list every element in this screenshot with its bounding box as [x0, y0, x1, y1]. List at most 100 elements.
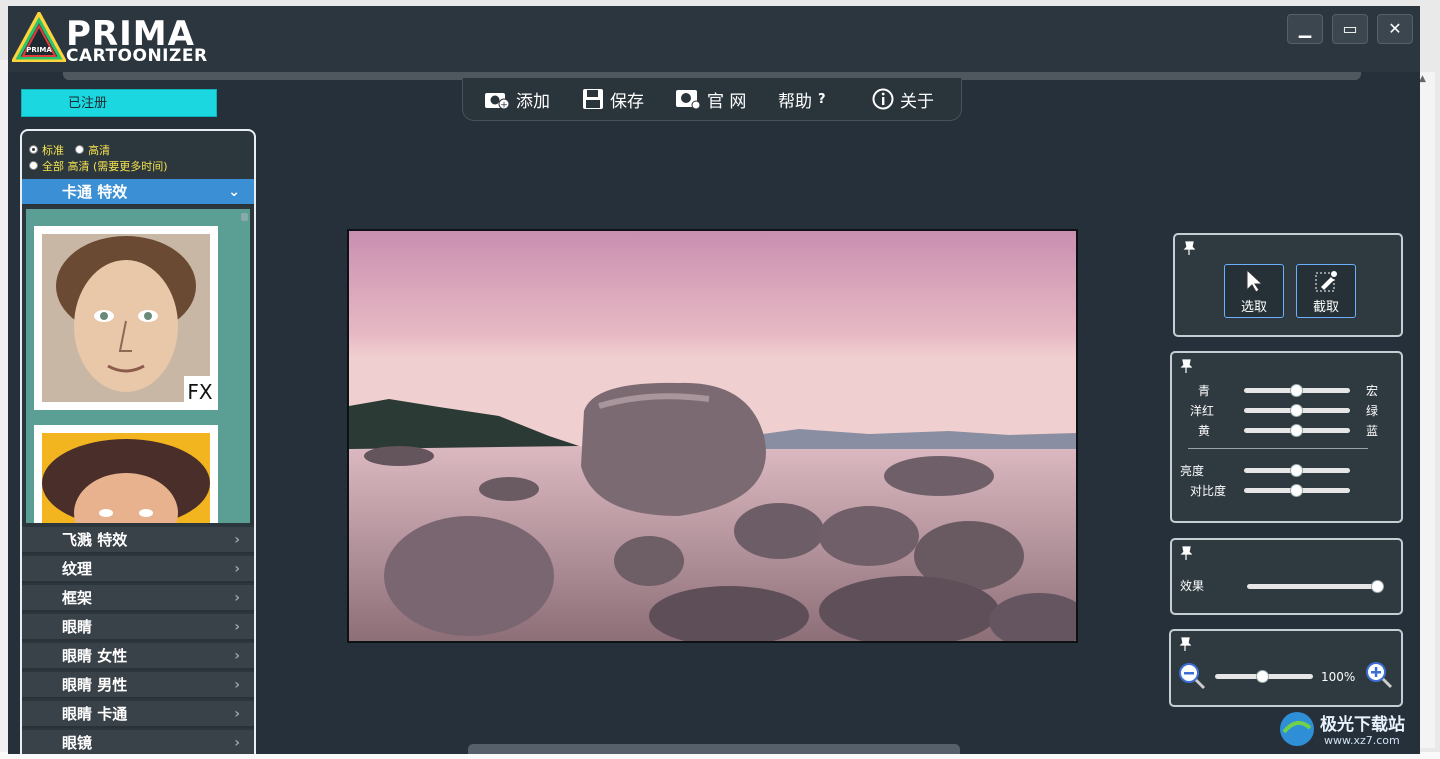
background-strip-left: [0, 60, 8, 752]
chevron-right-icon: ›: [234, 590, 240, 606]
cyan-red-knob[interactable]: [1290, 384, 1303, 397]
add-label: 添加: [516, 91, 550, 112]
contrast-knob[interactable]: [1290, 484, 1303, 497]
blue-label: 蓝: [1366, 424, 1379, 438]
divider: [1188, 448, 1368, 449]
help-button[interactable]: 帮助 ?: [778, 86, 826, 112]
zoom-panel: 100%: [1169, 629, 1403, 707]
category-eyes[interactable]: 眼睛 ›: [22, 614, 254, 641]
all-hd-label: 全部 高清 (需要更多时间): [42, 160, 168, 173]
category-label: 纹理: [62, 560, 93, 578]
category-label: 眼睛 男性: [62, 676, 128, 694]
chevron-right-icon: ›: [234, 532, 240, 548]
registered-button[interactable]: 已注册: [21, 89, 217, 117]
minimize-button[interactable]: ▁: [1287, 14, 1323, 44]
cyan-label: 青: [1198, 384, 1211, 398]
category-active-label: 卡通 特效: [62, 183, 128, 201]
magenta-label: 洋红: [1190, 404, 1215, 418]
logo-badge-text: PRIMA: [26, 46, 52, 54]
pin-icon[interactable]: [1179, 637, 1191, 651]
category-splash-effects[interactable]: 飞溅 特效 ›: [22, 527, 254, 554]
tools-panel: 选取 截取: [1173, 233, 1403, 337]
effect-thumb-1[interactable]: FX: [34, 226, 218, 410]
zoom-in-icon[interactable]: [1365, 661, 1393, 689]
watermark: 极光下载站 www.xz7.com: [1278, 706, 1418, 752]
floppy-disk-icon: [583, 89, 603, 109]
effect-strength-panel: 效果: [1170, 538, 1403, 615]
select-tool-label: 选取: [1240, 300, 1267, 315]
yellow-blue-knob[interactable]: [1290, 424, 1303, 437]
maximize-button[interactable]: ▭: [1332, 14, 1368, 44]
about-button[interactable]: 关于: [872, 86, 934, 112]
watermark-url: www.xz7.com: [1324, 734, 1400, 747]
yellow-label: 黄: [1198, 424, 1211, 438]
bottom-handle[interactable]: [468, 744, 960, 754]
category-eyes-male[interactable]: 眼睛 男性 ›: [22, 672, 254, 699]
cursor-arrow-icon: [1246, 268, 1264, 293]
effect-knob[interactable]: [1371, 580, 1384, 593]
green-label: 绿: [1366, 404, 1379, 418]
category-eyes-female[interactable]: 眼睛 女性 ›: [22, 643, 254, 670]
chevron-right-icon: ›: [234, 648, 240, 664]
chevron-right-icon: ›: [234, 619, 240, 635]
category-frame[interactable]: 框架 ›: [22, 585, 254, 612]
chevron-right-icon: ›: [234, 706, 240, 722]
select-tool-button[interactable]: 选取: [1224, 264, 1284, 318]
chevron-down-icon: ⌄: [228, 184, 240, 200]
zoom-out-icon[interactable]: [1178, 662, 1206, 690]
fx-badge: FX: [187, 380, 213, 404]
help-label: 帮助: [778, 91, 812, 112]
logo-subtitle: CARTOONIZER: [66, 46, 208, 66]
close-button[interactable]: ✕: [1377, 14, 1413, 44]
save-label: 保存: [610, 91, 644, 112]
category-eyes-cartoon[interactable]: 眼睛 卡通 ›: [22, 701, 254, 728]
radio-hd[interactable]: [75, 145, 85, 154]
website-label: 官 网: [707, 91, 747, 112]
watermark-text: 极光下载站: [1320, 715, 1405, 735]
crop-tool-button[interactable]: 截取: [1296, 264, 1356, 318]
category-glasses[interactable]: 眼镜 ›: [22, 730, 254, 754]
info-icon: [872, 88, 894, 110]
add-button[interactable]: + 添加: [484, 86, 550, 112]
pin-icon[interactable]: [1180, 546, 1192, 560]
color-adjust-panel: 青 宏 洋红 绿 黄 蓝 亮度 对比度: [1170, 351, 1403, 523]
category-texture[interactable]: 纹理 ›: [22, 556, 254, 583]
help-question-icon: ?: [818, 91, 826, 107]
crop-tool-label: 截取: [1312, 300, 1339, 315]
radio-standard[interactable]: [29, 145, 38, 154]
category-cartoon-effects[interactable]: 卡通 特效 ⌄: [22, 179, 254, 206]
image-canvas[interactable]: [347, 229, 1078, 643]
cartoon-face-thumbnail: FX: [42, 234, 218, 410]
brightness-knob[interactable]: [1290, 464, 1303, 477]
save-button[interactable]: 保存: [582, 86, 644, 112]
svg-text:+: +: [500, 101, 508, 111]
pin-icon[interactable]: [1183, 241, 1195, 255]
category-label: 眼睛 卡通: [62, 705, 128, 723]
pin-icon[interactable]: [1180, 359, 1192, 373]
camera-add-icon: +: [485, 93, 510, 111]
category-label: 飞溅 特效: [62, 531, 128, 549]
watermark-logo-icon: [1280, 712, 1314, 746]
title-bar: PRIMA PRIMA CARTOONIZER ▁ ▭ ✕: [8, 6, 1420, 72]
about-label: 关于: [900, 91, 934, 112]
magenta-green-knob[interactable]: [1290, 404, 1303, 417]
effect-slider[interactable]: [1247, 584, 1379, 589]
cartoon-hat-thumbnail: [42, 433, 210, 523]
effect-thumbnails[interactable]: FX: [26, 209, 250, 523]
category-label: 眼睛: [62, 618, 93, 636]
website-button[interactable]: 官 网: [675, 86, 746, 112]
app-window: PRIMA PRIMA CARTOONIZER ▁ ▭ ✕ + 添加 保存 官 …: [8, 6, 1420, 754]
zoom-value: 100%: [1321, 670, 1356, 684]
category-label: 眼睛 女性: [62, 647, 128, 665]
prima-logo-icon: PRIMA: [12, 12, 66, 62]
main-toolbar: + 添加 保存 官 网 帮助 ? 关于: [462, 78, 962, 121]
chevron-right-icon: ›: [234, 677, 240, 693]
chevron-right-icon: ›: [234, 561, 240, 577]
radio-all-hd[interactable]: [29, 161, 38, 170]
thumb-scroll-handle[interactable]: [241, 213, 248, 221]
effect-label: 效果: [1180, 579, 1205, 593]
website-icon: [676, 90, 701, 110]
effect-thumb-2[interactable]: [34, 425, 218, 523]
zoom-knob[interactable]: [1256, 670, 1269, 683]
red-label: 宏: [1366, 384, 1379, 398]
